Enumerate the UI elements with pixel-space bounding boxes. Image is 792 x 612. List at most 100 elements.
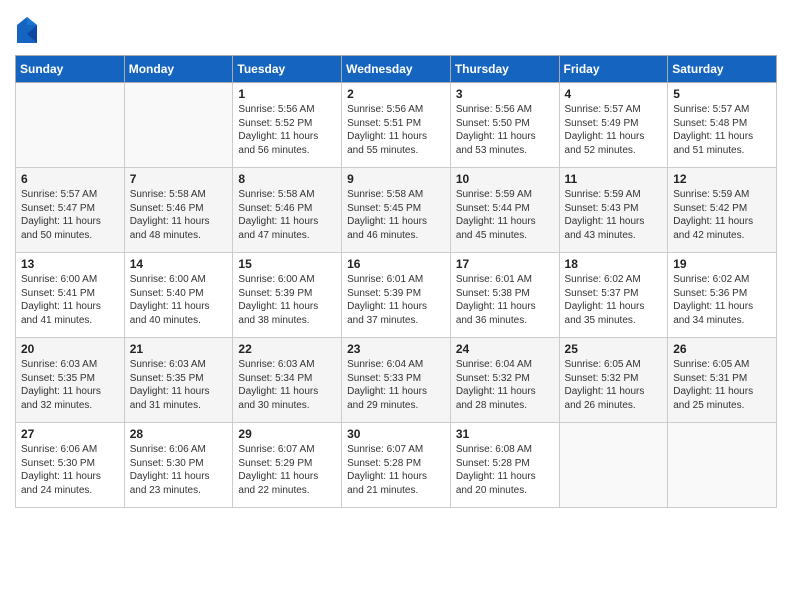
- day-number: 30: [347, 427, 445, 441]
- day-header-tuesday: Tuesday: [233, 56, 342, 83]
- cell-content: Sunrise: 6:00 AMSunset: 5:41 PMDaylight:…: [21, 273, 119, 327]
- cell-content: Sunrise: 6:03 AMSunset: 5:34 PMDaylight:…: [238, 358, 336, 412]
- calendar-cell: 21 Sunrise: 6:03 AMSunset: 5:35 PMDayligh…: [124, 338, 233, 423]
- cell-content: Sunrise: 6:02 AMSunset: 5:36 PMDaylight:…: [673, 273, 771, 327]
- day-number: 5: [673, 87, 771, 101]
- cell-content: Sunrise: 6:02 AMSunset: 5:37 PMDaylight:…: [565, 273, 663, 327]
- cell-content: Sunrise: 6:08 AMSunset: 5:28 PMDaylight:…: [456, 443, 554, 497]
- calendar-cell: 7Sunrise: 5:58 AMSunset: 5:46 PMDaylight…: [124, 168, 233, 253]
- week-row-4: 20Sunrise: 6:03 AMSunset: 5:35 PMDayligh…: [16, 338, 777, 423]
- cell-content: Sunrise: 5:56 AMSunset: 5:52 PMDaylight:…: [238, 103, 336, 157]
- day-number: 17: [456, 257, 554, 271]
- calendar-cell: [668, 423, 777, 508]
- calendar-cell: 27 Sunrise: 6:06 AMSunset: 5:30 PMDayligh…: [16, 423, 125, 508]
- calendar-cell: 2Sunrise: 5:56 AMSunset: 5:51 PMDaylight…: [342, 83, 451, 168]
- cell-content: Sunrise: 6:05 AMSunset: 5:32 PMDaylight:…: [565, 358, 663, 412]
- calendar-cell: 26 Sunrise: 6:05 AMSunset: 5:31 PMDayligh…: [668, 338, 777, 423]
- calendar-cell: 30 Sunrise: 6:07 AMSunset: 5:28 PMDayligh…: [342, 423, 451, 508]
- day-number: 29: [238, 427, 336, 441]
- week-row-3: 13Sunrise: 6:00 AMSunset: 5:41 PMDayligh…: [16, 253, 777, 338]
- cell-content: Sunrise: 5:57 AMSunset: 5:47 PMDaylight:…: [21, 188, 119, 242]
- day-number: 1: [238, 87, 336, 101]
- calendar-cell: 8 Sunrise: 5:58 AMSunset: 5:46 PMDaylight…: [233, 168, 342, 253]
- cell-content: Sunrise: 5:58 AMSunset: 5:46 PMDaylight:…: [130, 188, 228, 242]
- cell-content: Sunrise: 6:04 AMSunset: 5:33 PMDaylight:…: [347, 358, 445, 412]
- cell-content: Sunrise: 6:00 AMSunset: 5:39 PMDaylight:…: [238, 273, 336, 327]
- cell-content: Sunrise: 5:56 AMSunset: 5:51 PMDaylight:…: [347, 103, 445, 157]
- calendar-cell: 10 Sunrise: 5:59 AMSunset: 5:44 PMDayligh…: [450, 168, 559, 253]
- calendar-cell: [559, 423, 668, 508]
- cell-content: Sunrise: 5:59 AMSunset: 5:43 PMDaylight:…: [565, 188, 663, 242]
- week-row-5: 27 Sunrise: 6:06 AMSunset: 5:30 PMDayligh…: [16, 423, 777, 508]
- day-number: 26: [673, 342, 771, 356]
- cell-content: Sunrise: 6:01 AMSunset: 5:38 PMDaylight:…: [456, 273, 554, 327]
- day-header-sunday: Sunday: [16, 56, 125, 83]
- day-number: 18: [565, 257, 663, 271]
- day-number: 14: [130, 257, 228, 271]
- cell-content: Sunrise: 5:56 AMSunset: 5:50 PMDaylight:…: [456, 103, 554, 157]
- calendar-cell: 6 Sunrise: 5:57 AMSunset: 5:47 PMDaylight…: [16, 168, 125, 253]
- day-number: 31: [456, 427, 554, 441]
- day-number: 23: [347, 342, 445, 356]
- calendar-cell: 5 Sunrise: 5:57 AMSunset: 5:48 PMDaylight…: [668, 83, 777, 168]
- calendar-cell: 17 Sunrise: 6:01 AMSunset: 5:38 PMDayligh…: [450, 253, 559, 338]
- cell-content: Sunrise: 5:58 AMSunset: 5:46 PMDaylight:…: [238, 188, 336, 242]
- calendar-cell: 19 Sunrise: 6:02 AMSunset: 5:36 PMDayligh…: [668, 253, 777, 338]
- cell-content: Sunrise: 5:59 AMSunset: 5:44 PMDaylight:…: [456, 188, 554, 242]
- calendar-cell: 14 Sunrise: 6:00 AMSunset: 5:40 PMDayligh…: [124, 253, 233, 338]
- calendar-cell: 16Sunrise: 6:01 AMSunset: 5:39 PMDayligh…: [342, 253, 451, 338]
- day-number: 19: [673, 257, 771, 271]
- cell-content: Sunrise: 6:06 AMSunset: 5:30 PMDaylight:…: [21, 443, 119, 497]
- cell-content: Sunrise: 6:06 AMSunset: 5:30 PMDaylight:…: [130, 443, 228, 497]
- calendar-cell: 9 Sunrise: 5:58 AMSunset: 5:45 PMDaylight…: [342, 168, 451, 253]
- cell-content: Sunrise: 5:57 AMSunset: 5:48 PMDaylight:…: [673, 103, 771, 157]
- day-header-wednesday: Wednesday: [342, 56, 451, 83]
- day-number: 10: [456, 172, 554, 186]
- calendar-cell: 18 Sunrise: 6:02 AMSunset: 5:37 PMDayligh…: [559, 253, 668, 338]
- calendar-cell: 28Sunrise: 6:06 AMSunset: 5:30 PMDayligh…: [124, 423, 233, 508]
- cell-content: Sunrise: 5:58 AMSunset: 5:45 PMDaylight:…: [347, 188, 445, 242]
- day-number: 15: [238, 257, 336, 271]
- cell-content: Sunrise: 6:05 AMSunset: 5:31 PMDaylight:…: [673, 358, 771, 412]
- cell-content: Sunrise: 6:07 AMSunset: 5:28 PMDaylight:…: [347, 443, 445, 497]
- cell-content: Sunrise: 6:00 AMSunset: 5:40 PMDaylight:…: [130, 273, 228, 327]
- cell-content: Sunrise: 5:59 AMSunset: 5:42 PMDaylight:…: [673, 188, 771, 242]
- calendar-cell: 1 Sunrise: 5:56 AMSunset: 5:52 PMDaylight…: [233, 83, 342, 168]
- day-number: 22: [238, 342, 336, 356]
- logo: [15, 15, 41, 45]
- calendar-cell: 15 Sunrise: 6:00 AMSunset: 5:39 PMDayligh…: [233, 253, 342, 338]
- day-number: 9: [347, 172, 445, 186]
- calendar-header-row: SundayMondayTuesdayWednesdayThursdayFrid…: [16, 56, 777, 83]
- calendar-cell: 3 Sunrise: 5:56 AMSunset: 5:50 PMDaylight…: [450, 83, 559, 168]
- logo-icon: [15, 15, 39, 45]
- calendar-cell: 12 Sunrise: 5:59 AMSunset: 5:42 PMDayligh…: [668, 168, 777, 253]
- day-number: 16: [347, 257, 445, 271]
- calendar-table: SundayMondayTuesdayWednesdayThursdayFrid…: [15, 55, 777, 508]
- calendar-cell: 4 Sunrise: 5:57 AMSunset: 5:49 PMDaylight…: [559, 83, 668, 168]
- week-row-1: 1 Sunrise: 5:56 AMSunset: 5:52 PMDaylight…: [16, 83, 777, 168]
- header: [15, 15, 777, 45]
- calendar-cell: 23 Sunrise: 6:04 AMSunset: 5:33 PMDayligh…: [342, 338, 451, 423]
- calendar-cell: 13Sunrise: 6:00 AMSunset: 5:41 PMDayligh…: [16, 253, 125, 338]
- cell-content: Sunrise: 6:03 AMSunset: 5:35 PMDaylight:…: [130, 358, 228, 412]
- calendar-cell: 22 Sunrise: 6:03 AMSunset: 5:34 PMDayligh…: [233, 338, 342, 423]
- day-header-friday: Friday: [559, 56, 668, 83]
- day-number: 25: [565, 342, 663, 356]
- week-row-2: 6 Sunrise: 5:57 AMSunset: 5:47 PMDaylight…: [16, 168, 777, 253]
- calendar-cell: 20Sunrise: 6:03 AMSunset: 5:35 PMDayligh…: [16, 338, 125, 423]
- day-number: 27: [21, 427, 119, 441]
- calendar-body: 1 Sunrise: 5:56 AMSunset: 5:52 PMDaylight…: [16, 83, 777, 508]
- cell-content: Sunrise: 6:07 AMSunset: 5:29 PMDaylight:…: [238, 443, 336, 497]
- day-number: 12: [673, 172, 771, 186]
- day-number: 4: [565, 87, 663, 101]
- day-number: 8: [238, 172, 336, 186]
- cell-content: Sunrise: 5:57 AMSunset: 5:49 PMDaylight:…: [565, 103, 663, 157]
- day-number: 11: [565, 172, 663, 186]
- day-header-thursday: Thursday: [450, 56, 559, 83]
- day-number: 3: [456, 87, 554, 101]
- day-number: 24: [456, 342, 554, 356]
- day-number: 21: [130, 342, 228, 356]
- day-number: 6: [21, 172, 119, 186]
- day-header-saturday: Saturday: [668, 56, 777, 83]
- calendar-cell: 29 Sunrise: 6:07 AMSunset: 5:29 PMDayligh…: [233, 423, 342, 508]
